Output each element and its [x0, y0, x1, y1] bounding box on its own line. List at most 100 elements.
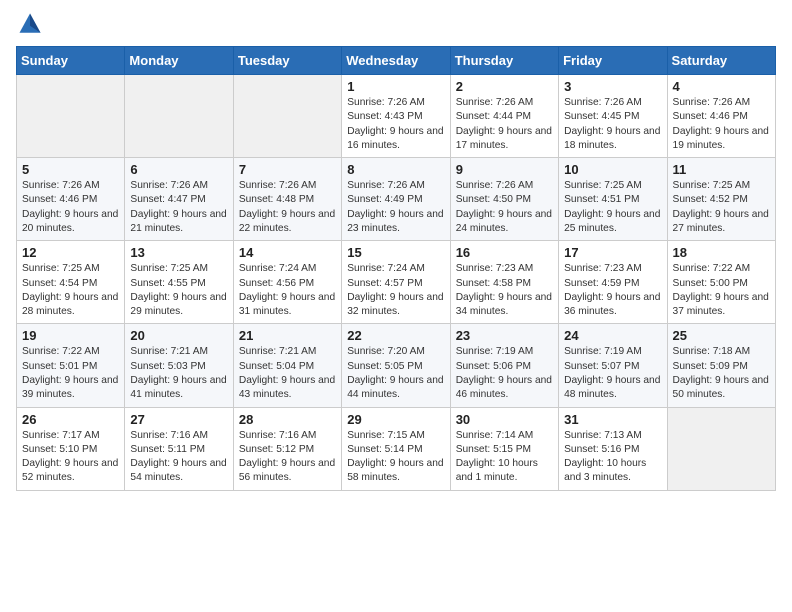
day-info: Sunrise: 7:20 AMSunset: 5:05 PMDaylight:… [347, 345, 444, 402]
day-info: Sunrise: 7:24 AMSunset: 4:56 PMDaylight:… [239, 262, 336, 319]
day-number: 21 [239, 328, 336, 343]
day-info: Sunrise: 7:26 AMSunset: 4:50 PMDaylight:… [456, 179, 553, 236]
day-info: Sunrise: 7:26 AMSunset: 4:46 PMDaylight:… [22, 179, 119, 236]
day-number: 12 [22, 245, 119, 260]
empty-cell [17, 75, 125, 158]
day-info: Sunrise: 7:25 AMSunset: 4:52 PMDaylight:… [673, 179, 770, 236]
day-info: Sunrise: 7:26 AMSunset: 4:46 PMDaylight:… [673, 96, 770, 153]
header [16, 10, 776, 38]
day-number: 26 [22, 412, 119, 427]
day-cell-16: 16Sunrise: 7:23 AMSunset: 4:58 PMDayligh… [450, 241, 558, 324]
day-number: 10 [564, 162, 661, 177]
day-info: Sunrise: 7:14 AMSunset: 5:15 PMDaylight:… [456, 429, 553, 486]
day-info: Sunrise: 7:13 AMSunset: 5:16 PMDaylight:… [564, 429, 661, 486]
day-info: Sunrise: 7:17 AMSunset: 5:10 PMDaylight:… [22, 429, 119, 486]
empty-cell [125, 75, 233, 158]
day-cell-5: 5Sunrise: 7:26 AMSunset: 4:46 PMDaylight… [17, 158, 125, 241]
header-day-friday: Friday [559, 47, 667, 75]
day-info: Sunrise: 7:26 AMSunset: 4:49 PMDaylight:… [347, 179, 444, 236]
day-cell-15: 15 Sunrise: 7:24 AMSunset: 4:57 PMDayligh… [342, 241, 450, 324]
header-day-sunday: Sunday [17, 47, 125, 75]
calendar-table: SundayMondayTuesdayWednesdayThursdayFrid… [16, 46, 776, 491]
day-cell-11: 11 Sunrise: 7:25 AMSunset: 4:52 PMDayligh… [667, 158, 775, 241]
day-cell-13: 13 Sunrise: 7:25 AMSunset: 4:55 PMDayligh… [125, 241, 233, 324]
day-info: Sunrise: 7:26 AMSunset: 4:45 PMDaylight:… [564, 96, 661, 153]
day-number: 2 [456, 79, 553, 94]
day-number: 17 [564, 245, 661, 260]
day-info: Sunrise: 7:19 AMSunset: 5:07 PMDaylight:… [564, 345, 661, 402]
day-number: 24 [564, 328, 661, 343]
day-info: Sunrise: 7:16 AMSunset: 5:12 PMDaylight:… [239, 429, 336, 486]
day-number: 25 [673, 328, 770, 343]
day-info: Sunrise: 7:19 AMSunset: 5:06 PMDaylight:… [456, 345, 553, 402]
day-number: 30 [456, 412, 553, 427]
day-cell-20: 20Sunrise: 7:21 AMSunset: 5:03 PMDayligh… [125, 324, 233, 407]
day-number: 28 [239, 412, 336, 427]
day-number: 9 [456, 162, 553, 177]
day-number: 11 [673, 162, 770, 177]
day-cell-21: 21 Sunrise: 7:21 AMSunset: 5:04 PMDayligh… [233, 324, 341, 407]
day-cell-17: 17 Sunrise: 7:23 AMSunset: 4:59 PMDayligh… [559, 241, 667, 324]
calendar-page: SundayMondayTuesdayWednesdayThursdayFrid… [0, 0, 792, 507]
day-number: 18 [673, 245, 770, 260]
day-info: Sunrise: 7:18 AMSunset: 5:09 PMDaylight:… [673, 345, 770, 402]
day-number: 19 [22, 328, 119, 343]
day-cell-9: 9 Sunrise: 7:26 AMSunset: 4:50 PMDaylight… [450, 158, 558, 241]
day-cell-18: 18 Sunrise: 7:22 AMSunset: 5:00 PMDayligh… [667, 241, 775, 324]
day-cell-27: 27Sunrise: 7:16 AMSunset: 5:11 PMDayligh… [125, 407, 233, 490]
week-row-1: 1 Sunrise: 7:26 AMSunset: 4:43 PMDaylight… [17, 75, 776, 158]
day-number: 27 [130, 412, 227, 427]
day-cell-30: 30 Sunrise: 7:14 AMSunset: 5:15 PMDayligh… [450, 407, 558, 490]
day-info: Sunrise: 7:26 AMSunset: 4:47 PMDaylight:… [130, 179, 227, 236]
day-number: 1 [347, 79, 444, 94]
day-number: 22 [347, 328, 444, 343]
day-number: 6 [130, 162, 227, 177]
empty-cell [233, 75, 341, 158]
day-info: Sunrise: 7:26 AMSunset: 4:44 PMDaylight:… [456, 96, 553, 153]
day-cell-22: 22 Sunrise: 7:20 AMSunset: 5:05 PMDayligh… [342, 324, 450, 407]
day-cell-14: 14Sunrise: 7:24 AMSunset: 4:56 PMDayligh… [233, 241, 341, 324]
day-cell-6: 6 Sunrise: 7:26 AMSunset: 4:47 PMDaylight… [125, 158, 233, 241]
day-number: 4 [673, 79, 770, 94]
day-cell-2: 2 Sunrise: 7:26 AMSunset: 4:44 PMDaylight… [450, 75, 558, 158]
header-day-tuesday: Tuesday [233, 47, 341, 75]
day-info: Sunrise: 7:22 AMSunset: 5:00 PMDaylight:… [673, 262, 770, 319]
day-cell-7: 7Sunrise: 7:26 AMSunset: 4:48 PMDaylight… [233, 158, 341, 241]
week-row-5: 26 Sunrise: 7:17 AMSunset: 5:10 PMDayligh… [17, 407, 776, 490]
day-info: Sunrise: 7:26 AMSunset: 4:48 PMDaylight:… [239, 179, 336, 236]
day-info: Sunrise: 7:21 AMSunset: 5:04 PMDaylight:… [239, 345, 336, 402]
day-info: Sunrise: 7:24 AMSunset: 4:57 PMDaylight:… [347, 262, 444, 319]
header-day-wednesday: Wednesday [342, 47, 450, 75]
day-info: Sunrise: 7:23 AMSunset: 4:59 PMDaylight:… [564, 262, 661, 319]
week-row-3: 12 Sunrise: 7:25 AMSunset: 4:54 PMDayligh… [17, 241, 776, 324]
day-cell-19: 19 Sunrise: 7:22 AMSunset: 5:01 PMDayligh… [17, 324, 125, 407]
day-info: Sunrise: 7:26 AMSunset: 4:43 PMDaylight:… [347, 96, 444, 153]
day-cell-8: 8 Sunrise: 7:26 AMSunset: 4:49 PMDaylight… [342, 158, 450, 241]
day-info: Sunrise: 7:25 AMSunset: 4:54 PMDaylight:… [22, 262, 119, 319]
day-cell-4: 4 Sunrise: 7:26 AMSunset: 4:46 PMDaylight… [667, 75, 775, 158]
day-cell-1: 1 Sunrise: 7:26 AMSunset: 4:43 PMDaylight… [342, 75, 450, 158]
day-number: 13 [130, 245, 227, 260]
day-cell-24: 24 Sunrise: 7:19 AMSunset: 5:07 PMDayligh… [559, 324, 667, 407]
day-info: Sunrise: 7:22 AMSunset: 5:01 PMDaylight:… [22, 345, 119, 402]
day-info: Sunrise: 7:21 AMSunset: 5:03 PMDaylight:… [130, 345, 227, 402]
logo [16, 10, 48, 38]
week-row-4: 19 Sunrise: 7:22 AMSunset: 5:01 PMDayligh… [17, 324, 776, 407]
day-cell-31: 31 Sunrise: 7:13 AMSunset: 5:16 PMDayligh… [559, 407, 667, 490]
day-cell-25: 25 Sunrise: 7:18 AMSunset: 5:09 PMDayligh… [667, 324, 775, 407]
day-info: Sunrise: 7:25 AMSunset: 4:55 PMDaylight:… [130, 262, 227, 319]
day-number: 8 [347, 162, 444, 177]
day-number: 3 [564, 79, 661, 94]
day-info: Sunrise: 7:15 AMSunset: 5:14 PMDaylight:… [347, 429, 444, 486]
day-cell-29: 29 Sunrise: 7:15 AMSunset: 5:14 PMDayligh… [342, 407, 450, 490]
week-row-2: 5Sunrise: 7:26 AMSunset: 4:46 PMDaylight… [17, 158, 776, 241]
day-number: 31 [564, 412, 661, 427]
day-number: 15 [347, 245, 444, 260]
day-number: 29 [347, 412, 444, 427]
header-day-thursday: Thursday [450, 47, 558, 75]
header-row: SundayMondayTuesdayWednesdayThursdayFrid… [17, 47, 776, 75]
day-info: Sunrise: 7:23 AMSunset: 4:58 PMDaylight:… [456, 262, 553, 319]
day-cell-23: 23Sunrise: 7:19 AMSunset: 5:06 PMDayligh… [450, 324, 558, 407]
day-info: Sunrise: 7:25 AMSunset: 4:51 PMDaylight:… [564, 179, 661, 236]
day-cell-10: 10 Sunrise: 7:25 AMSunset: 4:51 PMDayligh… [559, 158, 667, 241]
